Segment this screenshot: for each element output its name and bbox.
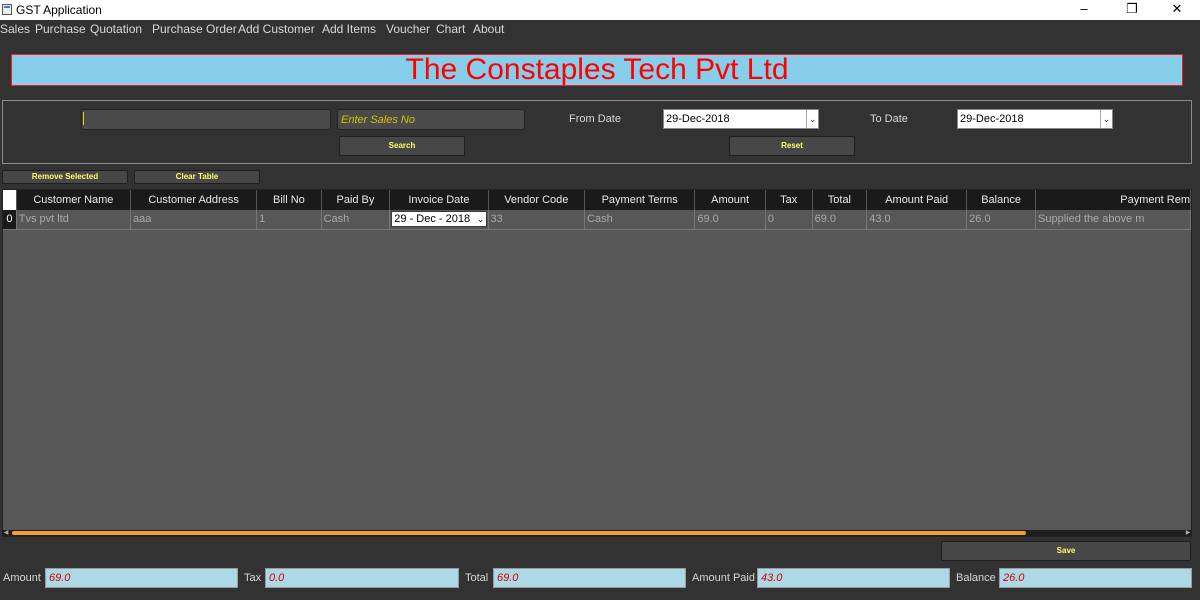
table-header-row: Customer Name Customer Address Bill No P… <box>3 190 1191 210</box>
chevron-down-icon[interactable]: ⌄ <box>476 212 486 226</box>
scrollbar-thumb[interactable] <box>12 531 1026 535</box>
menu-sales[interactable]: Sales <box>0 22 30 36</box>
cell-paid-by[interactable]: Cash <box>321 210 391 230</box>
cell-payment-remarks[interactable]: Supplied the above m <box>1035 210 1191 230</box>
sales-table[interactable]: Customer Name Customer Address Bill No P… <box>2 189 1192 537</box>
cell-amount[interactable]: 69.0 <box>694 210 766 230</box>
menu-add-items[interactable]: Add Items <box>322 22 376 36</box>
column-header[interactable]: Payment Terms <box>584 190 696 210</box>
save-button[interactable]: Save <box>941 541 1191 561</box>
from-date-value: 29-Dec-2018 <box>666 113 730 125</box>
cell-payment-terms[interactable]: Cash <box>584 210 696 230</box>
column-header[interactable]: Balance <box>966 190 1037 210</box>
cell-balance[interactable]: 26.0 <box>966 210 1037 230</box>
menu-chart[interactable]: Chart <box>436 22 465 36</box>
window-title: GST Application <box>16 3 102 17</box>
to-date-value: 29-Dec-2018 <box>960 113 1024 125</box>
cell-tax[interactable]: 0 <box>765 210 813 230</box>
chevron-down-icon[interactable]: ⌄ <box>806 110 818 128</box>
text-cursor <box>83 112 84 125</box>
cell-bill-no[interactable]: 1 <box>256 210 322 230</box>
restore-button[interactable]: ❐ <box>1109 0 1155 20</box>
column-header[interactable]: Amount Paid <box>866 190 968 210</box>
close-button[interactable]: ✕ <box>1154 0 1200 20</box>
to-date-picker[interactable]: 29-Dec-2018 ⌄ <box>957 109 1113 129</box>
menu-voucher[interactable]: Voucher <box>386 22 430 36</box>
from-date-picker[interactable]: 29-Dec-2018 ⌄ <box>663 109 819 129</box>
column-header[interactable]: Bill No <box>256 190 322 210</box>
app-icon <box>2 4 12 15</box>
invoice-date-value: 29 - Dec - 2018 <box>394 213 471 226</box>
amount-total-field[interactable]: 69.0 <box>45 568 238 588</box>
column-header[interactable]: Invoice Date <box>389 190 489 210</box>
customer-search-input[interactable] <box>81 109 331 130</box>
menu-add-customer[interactable]: Add Customer <box>238 22 315 36</box>
minimize-button[interactable]: – <box>1061 0 1107 20</box>
tax-total-field[interactable]: 0.0 <box>265 568 459 588</box>
to-date-label: To Date <box>870 113 908 125</box>
table-row[interactable]: 0 Tvs pvt ltd aaa 1 Cash 29 - Dec - 2018… <box>3 210 1191 230</box>
balance-total-field[interactable]: 26.0 <box>999 568 1192 588</box>
sales-no-input[interactable] <box>337 109 525 130</box>
cell-customer-name[interactable]: Tvs pvt ltd <box>16 210 132 230</box>
scroll-right-icon[interactable]: ▶ <box>1184 530 1192 536</box>
company-banner: The Constaples Tech Pvt Ltd <box>11 54 1183 86</box>
cell-vendor-code[interactable]: 33 <box>488 210 586 230</box>
column-header[interactable]: Paid By <box>321 190 391 210</box>
grand-total-label: Total <box>465 572 489 584</box>
horizontal-scrollbar[interactable]: ◀ ▶ <box>2 530 1192 536</box>
column-header[interactable]: Customer Name <box>16 190 132 210</box>
menu-purchase-order[interactable]: Purchase Order <box>152 22 237 36</box>
menu-bar: Sales Purchase Quotation Purchase Order … <box>0 20 1200 40</box>
row-header[interactable]: 0 <box>3 210 17 230</box>
scroll-left-icon[interactable]: ◀ <box>2 530 10 536</box>
cell-amount-paid[interactable]: 43.0 <box>866 210 968 230</box>
corner-select-all[interactable] <box>3 190 17 210</box>
cell-total[interactable]: 69.0 <box>812 210 868 230</box>
column-header[interactable]: Amount <box>694 190 766 210</box>
column-header[interactable]: Tax <box>765 190 813 210</box>
search-button[interactable]: Search <box>339 136 465 156</box>
cell-customer-address[interactable]: aaa <box>130 210 258 230</box>
amount-paid-total-field[interactable]: 43.0 <box>757 568 950 588</box>
cell-invoice-date[interactable]: 29 - Dec - 2018 ⌄ <box>389 210 489 230</box>
chevron-down-icon[interactable]: ⌄ <box>1100 110 1112 128</box>
invoice-date-picker[interactable]: 29 - Dec - 2018 ⌄ <box>391 211 487 228</box>
menu-quotation[interactable]: Quotation <box>90 22 142 36</box>
title-bar: GST Application – ❐ ✕ <box>0 0 1200 20</box>
grand-total-field[interactable]: 69.0 <box>493 568 686 588</box>
column-header[interactable]: Vendor Code <box>488 190 586 210</box>
amount-paid-total-label: Amount Paid <box>692 572 755 584</box>
reset-button[interactable]: Reset <box>729 136 855 156</box>
column-header[interactable]: Payment Rem <box>1035 190 1191 210</box>
clear-table-button[interactable]: Clear Table <box>134 170 260 184</box>
from-date-label: From Date <box>569 113 621 125</box>
balance-total-label: Balance <box>956 572 996 584</box>
menu-purchase[interactable]: Purchase <box>35 22 86 36</box>
amount-total-label: Amount <box>3 572 41 584</box>
column-header[interactable]: Customer Address <box>130 190 258 210</box>
column-header[interactable]: Total <box>812 190 868 210</box>
tax-total-label: Tax <box>244 572 262 584</box>
menu-about[interactable]: About <box>473 22 504 36</box>
remove-selected-button[interactable]: Remove Selected <box>2 170 128 184</box>
